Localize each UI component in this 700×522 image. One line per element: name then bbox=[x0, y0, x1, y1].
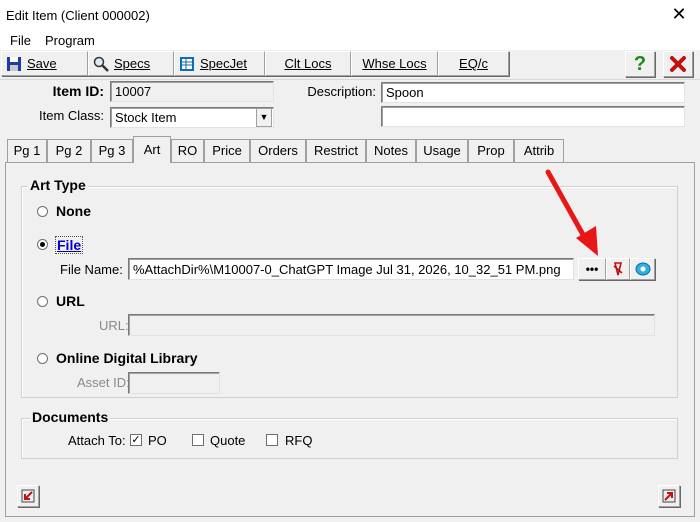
item-class-select[interactable]: Stock Item bbox=[110, 107, 274, 128]
radio-online-library[interactable] bbox=[37, 353, 48, 364]
description-field[interactable]: Spoon bbox=[381, 82, 685, 103]
next-item-button[interactable] bbox=[658, 485, 680, 507]
window-title: Edit Item (Client 000002) bbox=[6, 8, 150, 23]
art-type-legend: Art Type bbox=[28, 177, 88, 193]
menu-bar bbox=[0, 30, 700, 50]
arrow-down-left-icon bbox=[21, 489, 35, 503]
floppy-disk-icon bbox=[7, 56, 21, 71]
specs-button[interactable]: Specs bbox=[88, 51, 174, 76]
po-label[interactable]: PO bbox=[148, 433, 167, 448]
radio-file[interactable] bbox=[37, 239, 48, 250]
tab-attrib[interactable]: Attrib bbox=[514, 139, 564, 162]
save-label: Save bbox=[27, 56, 57, 71]
tab-ro[interactable]: RO bbox=[171, 139, 204, 162]
chevron-down-icon[interactable]: ▼ bbox=[256, 108, 272, 127]
item-id-field[interactable]: 10007 bbox=[110, 81, 274, 102]
attach-to-label: Attach To: bbox=[68, 433, 126, 448]
menu-file[interactable]: File bbox=[10, 33, 31, 48]
eqc-label: EQ/c bbox=[459, 56, 488, 71]
save-button[interactable]: Save bbox=[1, 51, 88, 76]
specjet-label: SpecJet bbox=[200, 56, 247, 71]
po-checkbox[interactable]: ✓ bbox=[130, 434, 142, 446]
file-name-field[interactable]: %AttachDir%\M10007-0_ChatGPT Image Jul 3… bbox=[128, 258, 574, 280]
radio-url-label[interactable]: URL bbox=[56, 293, 85, 309]
previous-item-button[interactable] bbox=[17, 485, 39, 507]
eraser-icon bbox=[613, 262, 623, 276]
radio-online-library-label[interactable]: Online Digital Library bbox=[56, 350, 198, 366]
tab-notes[interactable]: Notes bbox=[366, 139, 416, 162]
red-arrow-icon bbox=[545, 169, 598, 256]
tab-pg1[interactable]: Pg 1 bbox=[7, 139, 47, 162]
close-icon[interactable]: ✕ bbox=[668, 3, 690, 25]
documents-legend: Documents bbox=[30, 409, 111, 425]
red-x-icon bbox=[670, 56, 686, 72]
radio-none-label[interactable]: None bbox=[56, 203, 91, 219]
spreadsheet-icon bbox=[180, 56, 194, 71]
whse-locs-label: Whse Locs bbox=[362, 56, 427, 71]
tab-usage[interactable]: Usage bbox=[416, 139, 468, 162]
whse-locs-button[interactable]: Whse Locs bbox=[351, 51, 438, 76]
cancel-button[interactable] bbox=[663, 51, 693, 77]
item-class-label: Item Class: bbox=[38, 108, 104, 123]
rfq-label[interactable]: RFQ bbox=[285, 433, 312, 448]
magnifier-icon bbox=[93, 56, 109, 72]
specs-label: Specs bbox=[114, 56, 151, 71]
tab-orders[interactable]: Orders bbox=[250, 139, 306, 162]
arrow-up-right-icon bbox=[662, 489, 676, 503]
tab-pg2[interactable]: Pg 2 bbox=[47, 139, 91, 162]
asset-id-label: Asset ID: bbox=[77, 375, 130, 390]
eqc-button[interactable]: EQ/c bbox=[438, 51, 509, 76]
item-class-value: Stock Item bbox=[115, 110, 177, 125]
clt-locs-button[interactable]: Clt Locs bbox=[265, 51, 351, 76]
tab-price[interactable]: Price bbox=[204, 139, 250, 162]
specjet-button[interactable]: SpecJet bbox=[174, 51, 265, 76]
tab-art[interactable]: Art bbox=[133, 136, 171, 163]
rfq-checkbox[interactable] bbox=[266, 434, 278, 446]
tab-restrict[interactable]: Restrict bbox=[306, 139, 366, 162]
clt-locs-label: Clt Locs bbox=[284, 56, 332, 71]
help-button[interactable]: ? bbox=[625, 51, 655, 77]
description-field-line2[interactable] bbox=[381, 106, 685, 127]
view-file-button[interactable] bbox=[630, 258, 655, 280]
quote-label[interactable]: Quote bbox=[210, 433, 245, 448]
asset-id-field[interactable] bbox=[128, 372, 220, 394]
help-icon: ? bbox=[633, 52, 647, 75]
view-icon bbox=[635, 262, 650, 276]
radio-file-label[interactable]: File bbox=[55, 236, 84, 254]
item-id-label: Item ID: bbox=[52, 83, 104, 99]
radio-none[interactable] bbox=[37, 206, 48, 217]
url-field[interactable] bbox=[128, 314, 655, 336]
quote-checkbox[interactable] bbox=[192, 434, 204, 446]
file-name-label: File Name: bbox=[60, 262, 123, 277]
radio-url[interactable] bbox=[37, 296, 48, 307]
menu-program[interactable]: Program bbox=[45, 33, 95, 48]
url-label: URL: bbox=[99, 318, 129, 333]
tab-prop[interactable]: Prop bbox=[468, 139, 514, 162]
description-label: Description: bbox=[307, 84, 376, 99]
tab-pg3[interactable]: Pg 3 bbox=[91, 139, 133, 162]
